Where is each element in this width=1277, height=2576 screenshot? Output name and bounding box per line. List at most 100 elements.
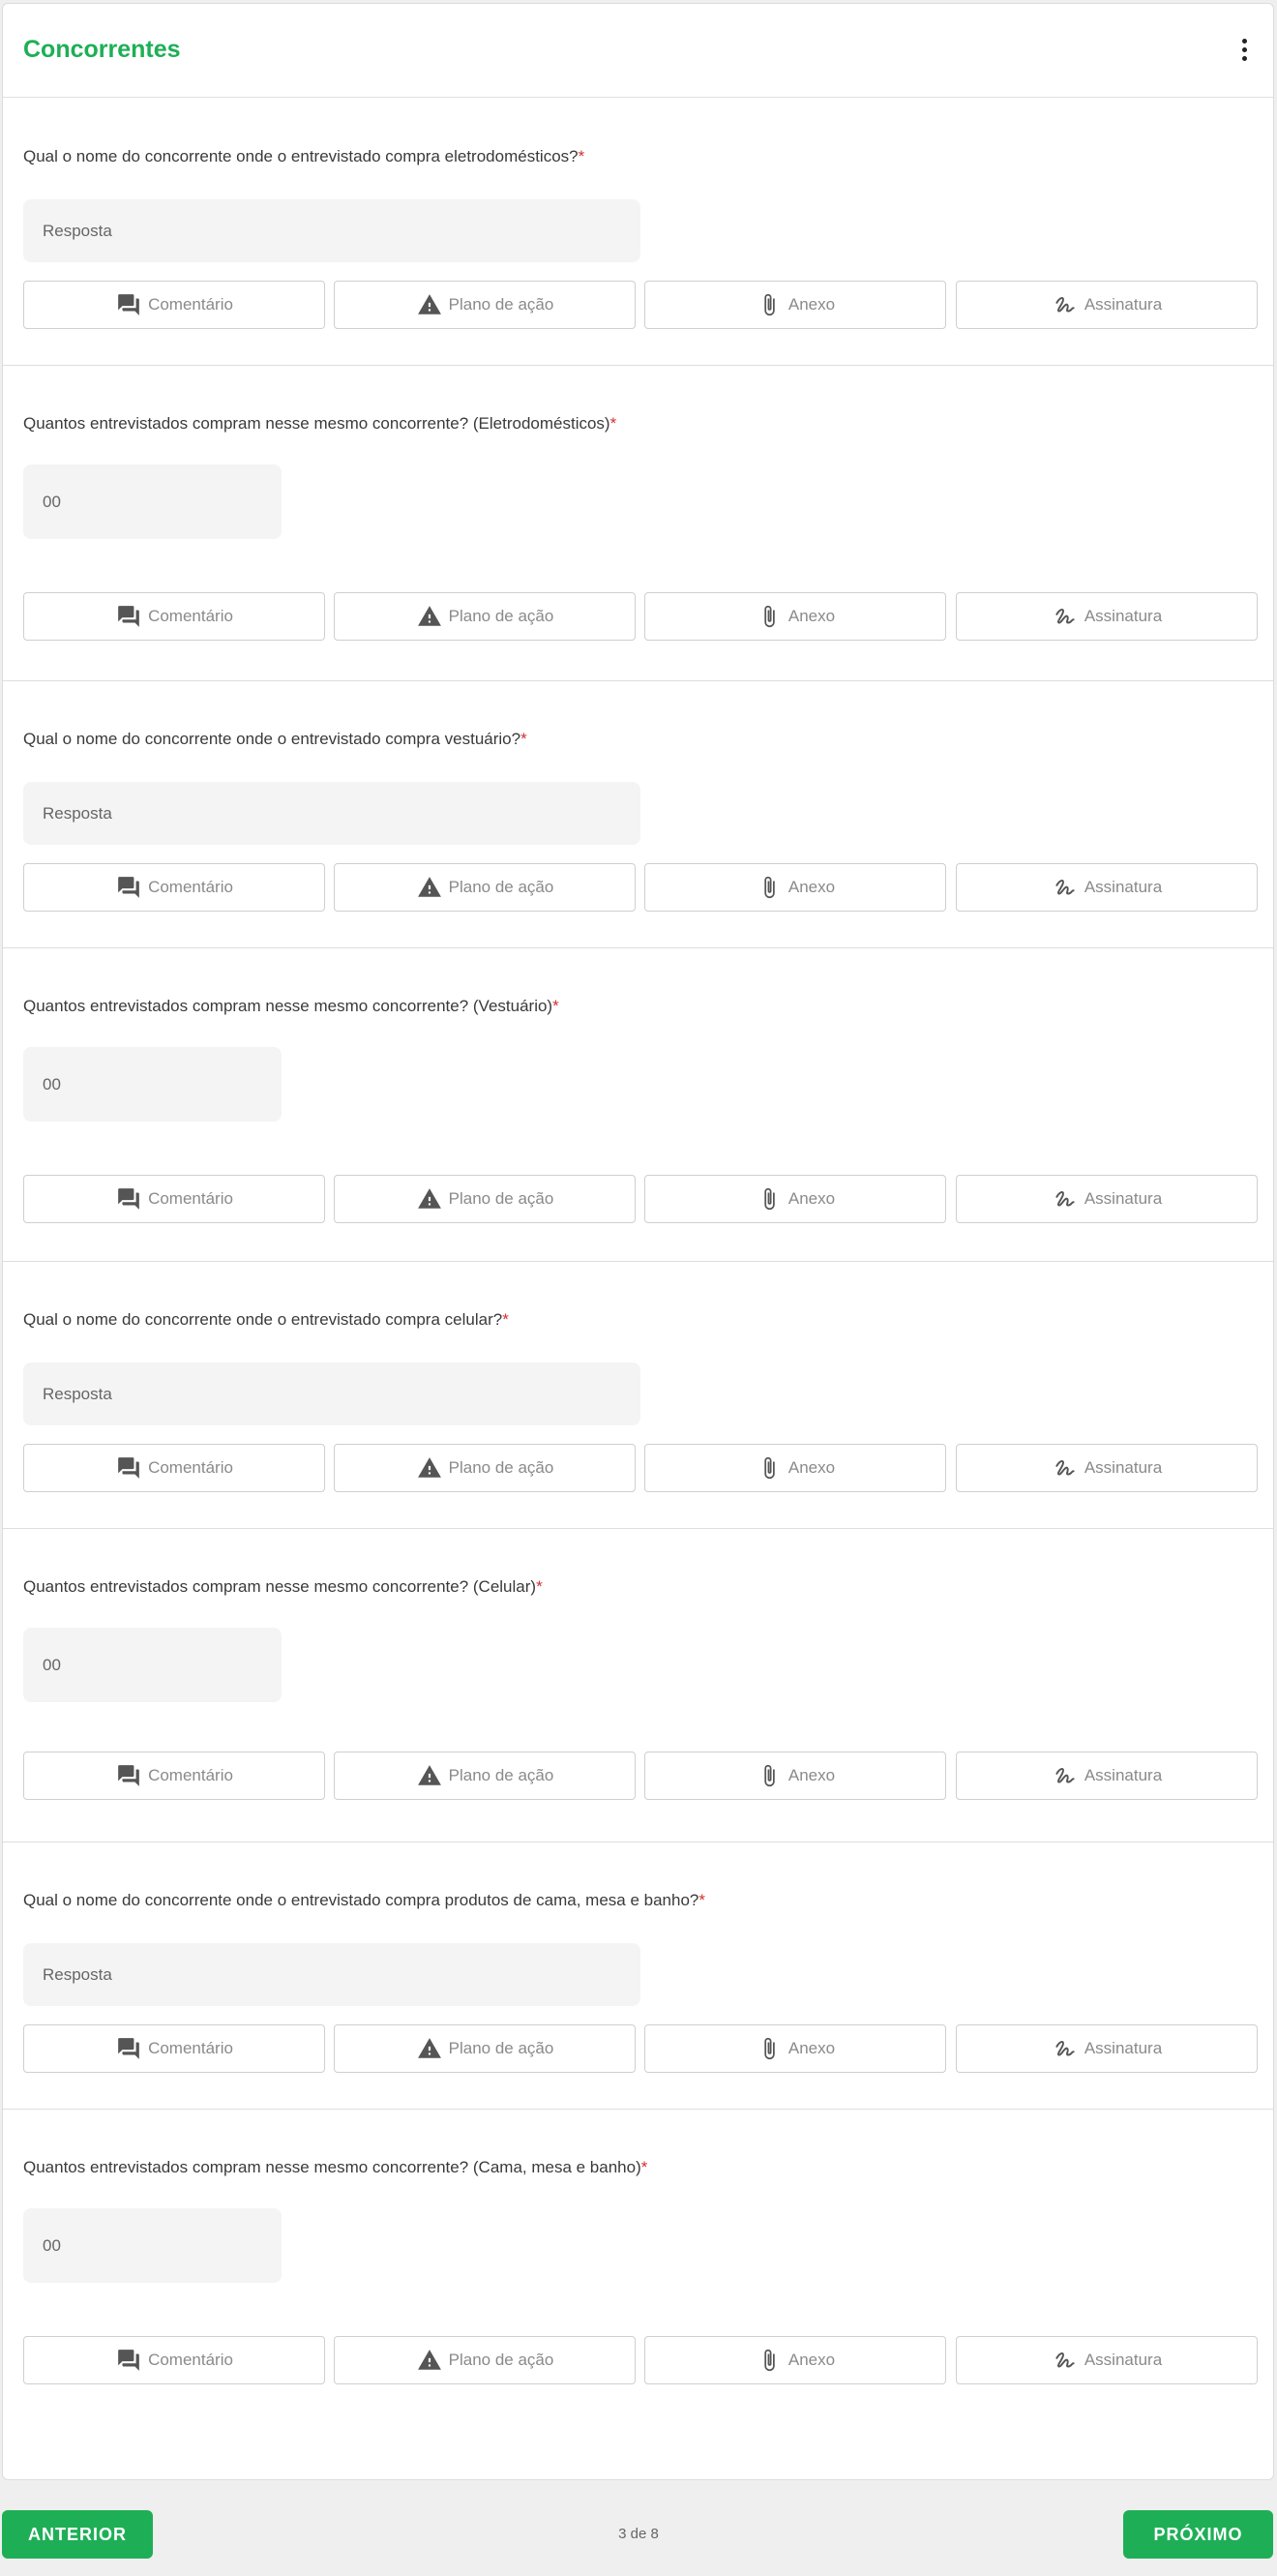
- action-label: Comentário: [148, 1766, 233, 1784]
- action-plan-button[interactable]: Plano de ação: [334, 1444, 636, 1492]
- action-label: Plano de ação: [448, 607, 554, 625]
- action-plan-button[interactable]: Plano de ação: [334, 1175, 636, 1223]
- attachment-button[interactable]: Anexo: [644, 863, 946, 912]
- question-label: Quantos entrevistados compram nesse mesm…: [23, 2158, 647, 2177]
- signature-icon: [1052, 291, 1079, 318]
- paperclip-icon: [756, 2035, 783, 2062]
- warning-icon: [416, 1762, 443, 1789]
- signature-button[interactable]: Assinatura: [956, 2024, 1258, 2073]
- signature-button[interactable]: Assinatura: [956, 1175, 1258, 1223]
- section-header: Concorrentes: [3, 4, 1273, 98]
- quantity-input[interactable]: [23, 1628, 282, 1702]
- warning-icon: [416, 874, 443, 901]
- comment-button[interactable]: Comentário: [23, 592, 325, 641]
- action-plan-button[interactable]: Plano de ação: [334, 2336, 636, 2384]
- action-label: Anexo: [787, 295, 836, 314]
- action-label: Plano de ação: [448, 2351, 554, 2369]
- attachment-button[interactable]: Anexo: [644, 1175, 946, 1223]
- required-asterisk: *: [609, 414, 617, 433]
- comment-icon: [115, 603, 142, 630]
- question-text: Quantos entrevistados compram nesse mesm…: [23, 2158, 641, 2176]
- action-label: Comentário: [148, 878, 233, 896]
- quantity-input[interactable]: [23, 464, 282, 539]
- question-label: Quantos entrevistados compram nesse mesm…: [23, 997, 559, 1016]
- comment-icon: [115, 1454, 142, 1482]
- signature-icon: [1052, 874, 1079, 901]
- next-button[interactable]: PRÓXIMO: [1123, 2510, 1273, 2559]
- comment-button[interactable]: Comentário: [23, 2024, 325, 2073]
- questionnaire-card: Concorrentes Qual o nome do concorrente …: [2, 3, 1274, 2480]
- attachment-button[interactable]: Anexo: [644, 2336, 946, 2384]
- signature-button[interactable]: Assinatura: [956, 2336, 1258, 2384]
- comment-icon: [115, 1185, 142, 1213]
- required-asterisk: *: [520, 730, 527, 748]
- warning-icon: [416, 603, 443, 630]
- warning-icon: [416, 291, 443, 318]
- signature-button[interactable]: Assinatura: [956, 592, 1258, 641]
- action-label: Plano de ação: [448, 295, 554, 314]
- paperclip-icon: [756, 291, 783, 318]
- attachment-button[interactable]: Anexo: [644, 281, 946, 329]
- quantity-input[interactable]: [23, 1047, 282, 1122]
- attachment-button[interactable]: Anexo: [644, 1444, 946, 1492]
- action-label: Assinatura: [1084, 1766, 1163, 1784]
- answer-input[interactable]: [23, 1943, 640, 2006]
- question-block: Qual o nome do concorrente onde o entrev…: [3, 99, 1273, 366]
- action-label: Plano de ação: [448, 2039, 554, 2057]
- action-label: Plano de ação: [448, 1458, 554, 1477]
- comment-icon: [115, 2347, 142, 2374]
- question-actions: Comentário Plano de ação Anexo Assinatura: [23, 281, 1258, 329]
- action-label: Plano de ação: [448, 1766, 554, 1784]
- paperclip-icon: [756, 1185, 783, 1213]
- action-plan-button[interactable]: Plano de ação: [334, 2024, 636, 2073]
- section-title: Concorrentes: [23, 36, 181, 63]
- action-label: Anexo: [787, 2039, 836, 2057]
- action-plan-button[interactable]: Plano de ação: [334, 592, 636, 641]
- paperclip-icon: [756, 603, 783, 630]
- action-label: Anexo: [787, 878, 836, 896]
- comment-button[interactable]: Comentário: [23, 2336, 325, 2384]
- answer-input[interactable]: [23, 199, 640, 262]
- action-plan-button[interactable]: Plano de ação: [334, 863, 636, 912]
- signature-button[interactable]: Assinatura: [956, 863, 1258, 912]
- question-label: Quantos entrevistados compram nesse mesm…: [23, 414, 616, 434]
- action-label: Assinatura: [1084, 2039, 1163, 2057]
- required-asterisk: *: [698, 1891, 706, 1909]
- question-label: Qual o nome do concorrente onde o entrev…: [23, 1310, 509, 1330]
- question-text: Quantos entrevistados compram nesse mesm…: [23, 997, 553, 1015]
- warning-icon: [416, 1185, 443, 1213]
- question-label: Qual o nome do concorrente onde o entrev…: [23, 730, 527, 749]
- comment-button[interactable]: Comentário: [23, 863, 325, 912]
- comment-button[interactable]: Comentário: [23, 1752, 325, 1800]
- action-label: Comentário: [148, 2351, 233, 2369]
- paperclip-icon: [756, 2347, 783, 2374]
- quantity-input[interactable]: [23, 2208, 282, 2283]
- comment-button[interactable]: Comentário: [23, 281, 325, 329]
- required-asterisk: *: [502, 1310, 509, 1329]
- kebab-menu-icon[interactable]: [1238, 39, 1250, 64]
- signature-button[interactable]: Assinatura: [956, 1752, 1258, 1800]
- action-plan-button[interactable]: Plano de ação: [334, 281, 636, 329]
- question-text: Qual o nome do concorrente onde o entrev…: [23, 147, 579, 165]
- signature-button[interactable]: Assinatura: [956, 1444, 1258, 1492]
- question-label: Qual o nome do concorrente onde o entrev…: [23, 1891, 705, 1910]
- question-text: Quantos entrevistados compram nesse mesm…: [23, 1577, 537, 1596]
- attachment-button[interactable]: Anexo: [644, 1752, 946, 1800]
- answer-input[interactable]: [23, 782, 640, 845]
- comment-button[interactable]: Comentário: [23, 1175, 325, 1223]
- paperclip-icon: [756, 874, 783, 901]
- question-text: Quantos entrevistados compram nesse mesm…: [23, 414, 610, 433]
- attachment-button[interactable]: Anexo: [644, 592, 946, 641]
- attachment-button[interactable]: Anexo: [644, 2024, 946, 2073]
- action-label: Assinatura: [1084, 878, 1163, 896]
- question-text: Qual o nome do concorrente onde o entrev…: [23, 1891, 699, 1909]
- signature-button[interactable]: Assinatura: [956, 281, 1258, 329]
- signature-icon: [1052, 2035, 1079, 2062]
- action-plan-button[interactable]: Plano de ação: [334, 1752, 636, 1800]
- action-label: Anexo: [787, 1766, 836, 1784]
- answer-input[interactable]: [23, 1363, 640, 1425]
- action-label: Assinatura: [1084, 607, 1163, 625]
- required-asterisk: *: [640, 2158, 648, 2176]
- page-indicator: 3 de 8: [618, 2526, 659, 2542]
- comment-button[interactable]: Comentário: [23, 1444, 325, 1492]
